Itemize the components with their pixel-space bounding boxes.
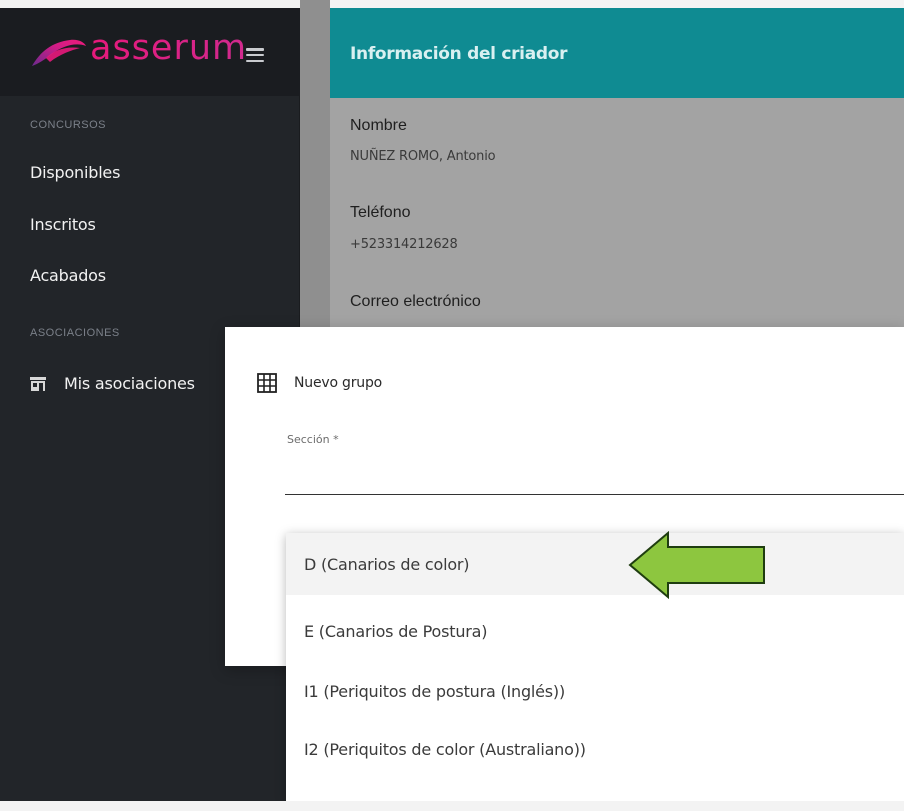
section-title-concursos: CONCURSOS: [30, 119, 107, 131]
field-label-nombre: Nombre: [350, 117, 407, 134]
sidebar-item-acabados[interactable]: Acabados: [30, 266, 106, 285]
dialog-title-row: Nuevo grupo: [257, 373, 382, 393]
dialog-title: Nuevo grupo: [294, 375, 383, 391]
card-title: Información del criador: [350, 44, 568, 64]
field-value-nombre: NUÑEZ ROMO, Antonio: [350, 149, 496, 164]
grid-icon: [257, 373, 277, 393]
field-label-correo: Correo electrónico: [350, 293, 481, 310]
option-i1-periquitos-de-postura[interactable]: I1 (Periquitos de postura (Inglés)): [286, 660, 904, 722]
option-e-canarios-de-postura[interactable]: E (Canarios de Postura): [286, 600, 904, 662]
seccion-options-list: D (Canarios de color) E (Canarios de Pos…: [286, 533, 904, 801]
seccion-select[interactable]: [285, 447, 904, 495]
logo-swoosh-icon: [32, 39, 86, 66]
arrow-left-icon: [628, 531, 765, 599]
option-i2-periquitos-de-color[interactable]: I2 (Periquitos de color (Australiano)): [286, 718, 904, 780]
card-header: Información del criador: [330, 8, 904, 98]
seccion-label: Sección *: [287, 433, 339, 446]
top-strip: [330, 0, 904, 8]
sidebar-item-label: Mis asociaciones: [64, 374, 195, 393]
sidebar-item-inscritos[interactable]: Inscritos: [30, 215, 96, 234]
asserum-logo[interactable]: asserum: [30, 28, 247, 68]
field-value-telefono: +523314212628: [350, 237, 458, 252]
store-icon: [30, 376, 46, 391]
logo-text: asserum: [90, 28, 248, 68]
section-title-asociaciones: ASOCIACIONES: [30, 327, 120, 339]
field-label-telefono: Teléfono: [350, 204, 411, 221]
bottom-strip: [0, 801, 904, 811]
sidebar-header: asserum: [0, 0, 300, 96]
sidebar-item-disponibles[interactable]: Disponibles: [30, 163, 120, 182]
option-d-canarios-de-color[interactable]: D (Canarios de color): [286, 533, 904, 595]
sidebar-item-mis-asociaciones[interactable]: Mis asociaciones: [30, 374, 195, 393]
hamburger-icon[interactable]: [246, 48, 264, 62]
